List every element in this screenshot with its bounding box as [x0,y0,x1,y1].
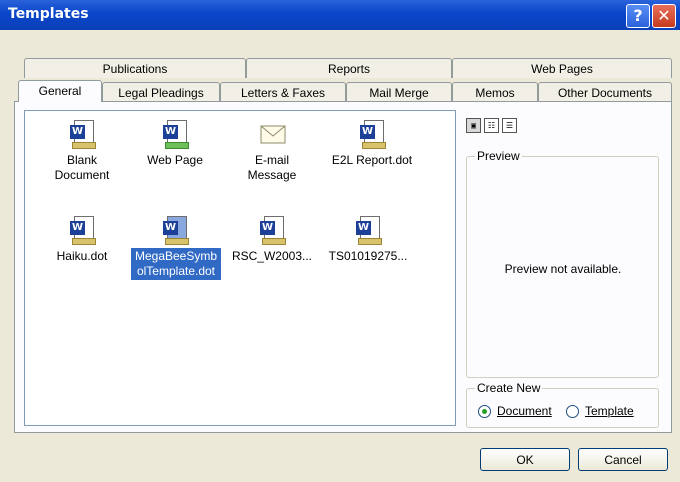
ok-button[interactable]: OK [480,448,570,471]
preview-legend: Preview [475,149,522,163]
template-label: MegaBeeSymbolTemplate.dot [131,248,221,280]
tab-mail-merge[interactable]: Mail Merge [346,82,452,102]
tab-other-documents[interactable]: Other Documents [538,82,672,102]
template-label: Web Page [147,153,203,167]
envelope-icon [260,120,286,148]
template-label: E-mail Message [247,153,297,182]
details-view-icon[interactable]: ☰ [502,118,517,133]
word-template-icon: W [260,216,286,245]
template-label: E2L Report.dot [331,153,413,167]
tab-publications[interactable]: Publications [24,58,246,78]
template-item-e2l-report[interactable]: W E2L Report.dot [328,120,416,169]
word-template-icon: W [70,216,96,245]
template-item-email-message[interactable]: E-mail Message [228,120,316,184]
template-item-blank-document[interactable]: W Blank Document [38,120,126,184]
list-view-icon[interactable]: ☷ [484,118,499,133]
word-template-icon: W [360,120,386,149]
template-item-ts01019275[interactable]: W TS01019275... [324,216,412,265]
radio-unchecked-icon [566,405,579,419]
template-radio[interactable]: Template [566,404,634,419]
create-new-legend: Create New [475,381,543,395]
web-page-icon: W [163,120,189,149]
template-item-rsc-w2003[interactable]: W RSC_W2003... [228,216,316,265]
template-item-megabee[interactable]: W MegaBeeSymbolTemplate.dot [131,216,221,280]
template-item-haiku[interactable]: W Haiku.dot [38,216,126,265]
template-label: RSC_W2003... [231,249,313,263]
word-template-icon: W [163,216,189,245]
tab-general[interactable]: General [18,80,102,102]
word-document-icon: W [70,120,96,149]
tab-reports[interactable]: Reports [246,58,452,78]
help-button[interactable]: ? [626,4,650,28]
tab-letters-faxes[interactable]: Letters & Faxes [220,82,346,102]
tab-memos[interactable]: Memos [452,82,538,102]
template-label: TS01019275... [328,249,408,263]
document-radio-label: Document [497,404,552,418]
document-radio[interactable]: Document [478,404,552,419]
window-title: Templates [8,6,89,22]
template-item-web-page[interactable]: W Web Page [131,120,219,169]
view-toolbar: ▣ ☷ ☰ [466,117,520,133]
cancel-button[interactable]: Cancel [578,448,668,471]
template-label: Haiku.dot [56,249,108,263]
close-button[interactable]: ✕ [652,4,676,28]
title-bar[interactable]: Templates ? ✕ [0,0,680,30]
tab-legal-pleadings[interactable]: Legal Pleadings [102,82,220,102]
preview-message: Preview not available. [504,262,622,276]
radio-checked-icon [478,405,491,419]
word-template-icon: W [356,216,382,245]
tab-web-pages[interactable]: Web Pages [452,58,672,78]
large-icons-view-icon[interactable]: ▣ [466,118,481,133]
template-radio-label: Template [585,404,634,418]
template-label: Blank Document [54,153,110,182]
